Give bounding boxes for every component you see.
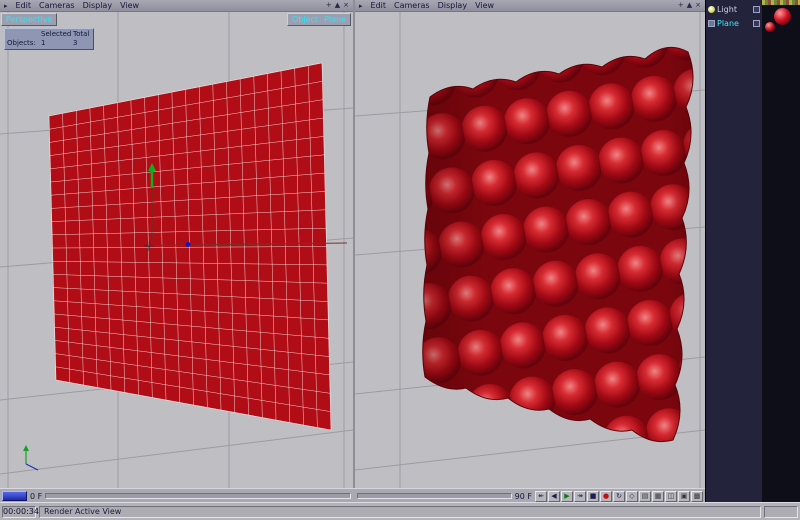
timeline-left: 0 F [0,489,353,503]
current-frame-indicator[interactable] [2,491,27,501]
menu-item-display[interactable]: Display [83,1,113,10]
tree-item-label: Light [717,4,737,14]
right-viewport-canvas[interactable] [355,11,705,488]
first-frame-button[interactable]: ↞ [535,490,547,502]
stats-col-total: Total [73,30,90,38]
panel-menu-icon[interactable]: ▸ [359,2,363,10]
stats-row-label: Objects: [7,39,36,47]
frame-start-label: 0 F [30,491,43,501]
timeline-track-right[interactable] [357,493,512,499]
pan-icon[interactable]: + [326,1,332,10]
plane-shading-overlay [422,47,694,442]
view-mode-3-button[interactable]: ◫ [665,490,677,502]
right-viewport[interactable]: ▸ Edit Cameras Display View + ▲ × [355,0,705,488]
stats-spacer [7,30,41,39]
light-icon [708,5,715,13]
view-mode-5-button[interactable]: ▩ [691,490,703,502]
tree-item-label: Plane [717,18,739,28]
project-tree-panel: Light Plane [705,0,762,502]
play-button[interactable]: ▶ [561,490,573,502]
step-back-button[interactable]: ◀ [548,490,560,502]
step-forward-button[interactable]: ↠ [574,490,586,502]
menu-item-edit[interactable]: Edit [371,1,387,10]
view-mode-2-button[interactable]: ▦ [652,490,664,502]
resize-grip[interactable] [764,505,798,518]
right-viewport-menubar: ▸ Edit Cameras Display View + ▲ × [355,0,705,11]
object-selector-value: Plane [324,15,346,24]
panel-menu-icon[interactable]: ▸ [4,2,8,10]
window-controls: + ▲ × [326,1,349,10]
material-thumbnail[interactable] [774,8,791,25]
materials-panel [762,0,800,502]
tree-item-light[interactable]: Light [706,2,762,16]
timeline-bar: 0 F 90 F ↞ ◀ ▶ ↠ ■ ● ↻ ◇ ▤ ▦ ◫ ▣ ▩ [0,488,705,502]
time-display: 00:00:34 [2,505,39,518]
tree-item-plane[interactable]: Plane [706,16,762,30]
keyframe-button[interactable]: ◇ [626,490,638,502]
stats-selected-count: 1 [41,39,46,47]
left-viewport[interactable]: ▸ Edit Cameras Display View + ▲ × Perspe… [0,0,353,488]
menu-item-view[interactable]: View [120,1,139,10]
stats-col-selected: Selected [41,30,72,38]
pivot-point-handle[interactable] [185,242,191,247]
left-viewport-scene[interactable] [0,12,353,488]
stats-total-count: 3 [73,39,78,47]
right-viewport-scene[interactable] [355,12,705,488]
menu-item-edit[interactable]: Edit [16,1,32,10]
view-mode-1-button[interactable]: ▤ [639,490,651,502]
frame-end-label: 90 F [514,491,532,501]
object-selector-label: Object [291,15,319,24]
loop-button[interactable]: ↻ [613,490,625,502]
maximize-icon[interactable]: ▲ [687,1,692,10]
item-toggle-icon[interactable] [753,5,760,13]
object-selector[interactable]: Object Plane [286,13,351,26]
selection-stats-panel: Selected Total Objects: 1 3 [4,28,94,50]
material-thumbnail-small[interactable] [765,22,775,32]
plane-icon [708,19,715,27]
left-viewport-menubar: ▸ Edit Cameras Display View + ▲ × [0,0,353,11]
pan-icon[interactable]: + [678,1,684,10]
status-message: Render Active View [39,505,761,518]
status-bar: 00:00:34 Render Active View [0,502,800,520]
stop-button[interactable]: ■ [587,490,599,502]
menu-item-view[interactable]: View [475,1,494,10]
maximize-icon[interactable]: ▲ [335,1,340,10]
playback-controls: ↞ ◀ ▶ ↠ ■ ● ↻ ◇ ▤ ▦ ◫ ▣ ▩ [535,490,703,502]
record-button[interactable]: ● [600,490,612,502]
left-viewport-canvas[interactable]: Perspective Object Plane Selected Total O… [0,11,353,488]
timeline-right: 90 F ↞ ◀ ▶ ↠ ■ ● ↻ ◇ ▤ ▦ ◫ ▣ ▩ [355,489,705,503]
application-window: ▸ Edit Cameras Display View + ▲ × Perspe… [0,0,800,520]
menu-item-display[interactable]: Display [438,1,468,10]
close-icon[interactable]: × [695,1,701,10]
axis-indicator-icon [23,445,39,471]
menu-item-cameras[interactable]: Cameras [39,1,75,10]
palette-strip-icon [762,0,800,5]
view-mode-4-button[interactable]: ▣ [678,490,690,502]
close-icon[interactable]: × [343,1,349,10]
item-toggle-icon[interactable] [753,19,760,27]
window-controls: + ▲ × [678,1,701,10]
timeline-track-left[interactable] [45,493,351,499]
view-selector[interactable]: Perspective [1,13,58,26]
menu-item-cameras[interactable]: Cameras [394,1,430,10]
